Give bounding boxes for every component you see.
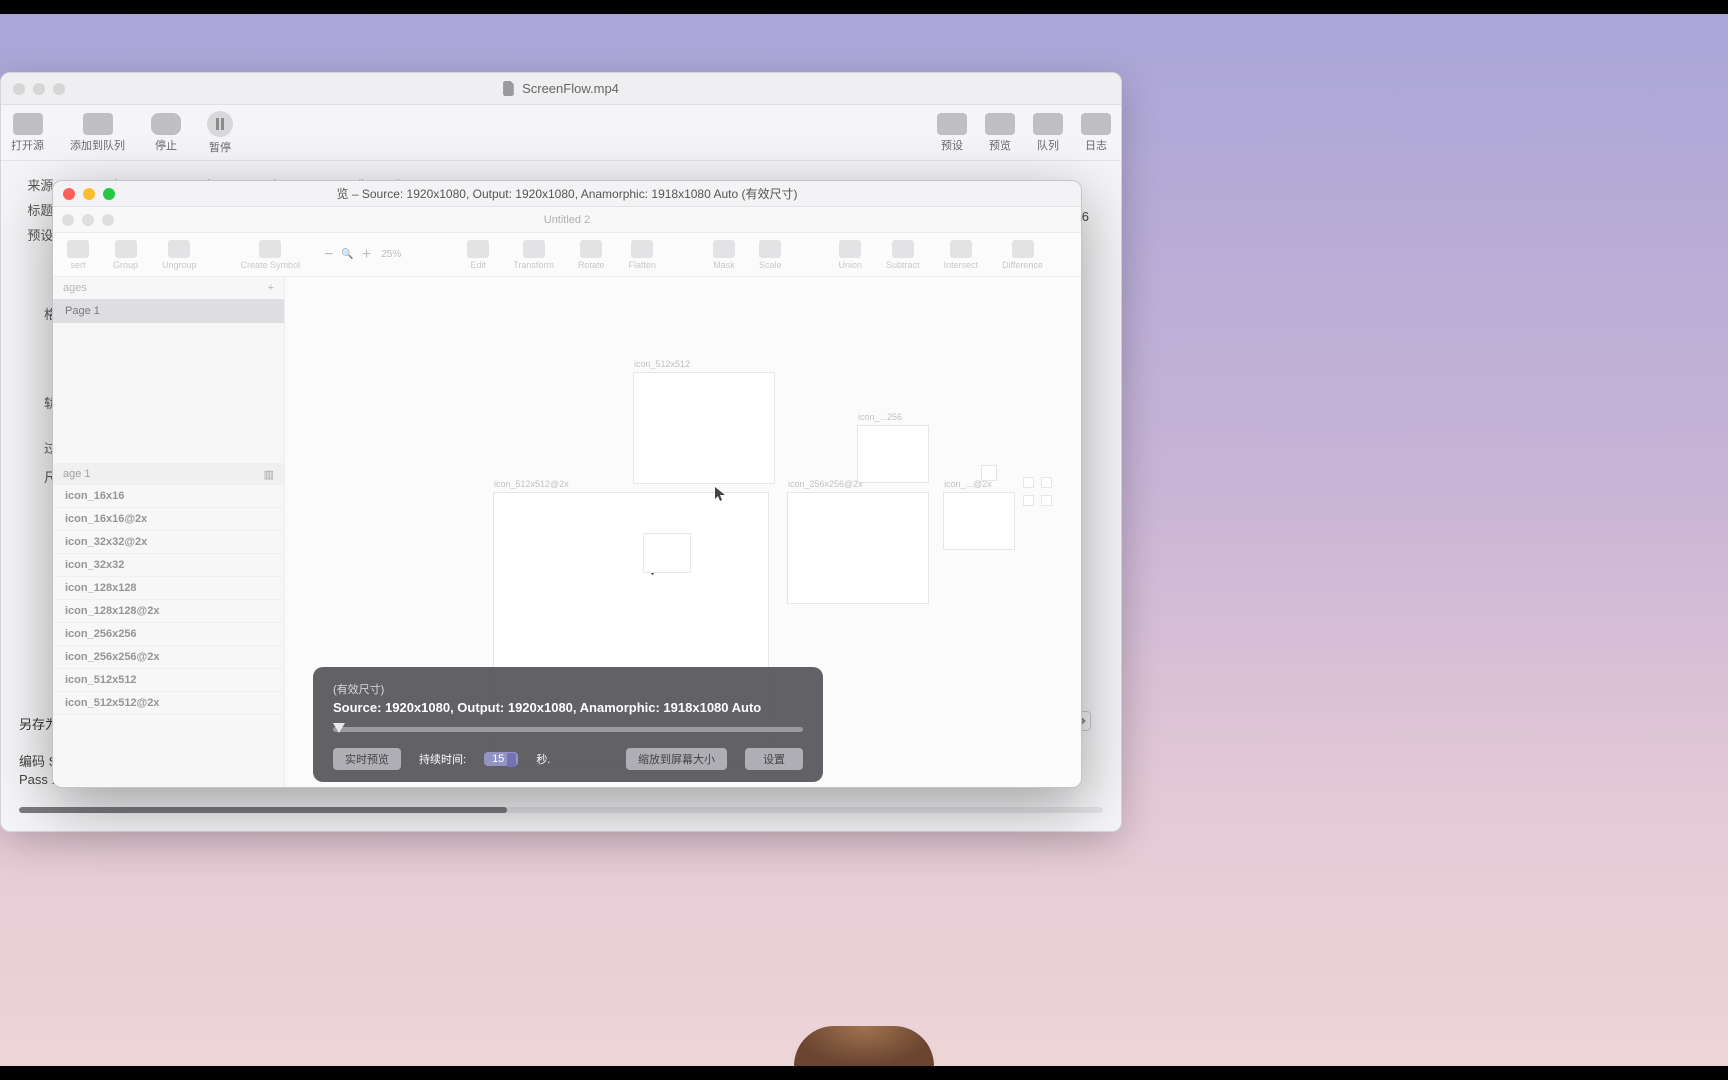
layer-group-label: age 1 <box>63 468 91 480</box>
layer-item: icon_32x32 <box>53 554 284 577</box>
sketch-sidebar: ages + Page 1 age 1 ▥ icon_16x16 icon_16x1… <box>53 277 285 787</box>
zoom-level: 25% <box>381 249 401 260</box>
ungroup-button: Ungroup <box>162 240 197 270</box>
duration-stepper[interactable]: 15 <box>484 752 518 766</box>
subtract-button: Subtract <box>886 240 920 270</box>
layer-item: icon_256x256 <box>53 623 284 646</box>
difference-button: Difference <box>1002 240 1043 270</box>
add-page-icon: + <box>268 282 274 294</box>
queue-button[interactable]: 队列 <box>1033 113 1063 153</box>
traffic-lights[interactable] <box>13 83 65 95</box>
window-title: ScreenFlow.mp4 <box>522 81 619 96</box>
duration-label: 持续时间: <box>419 751 466 767</box>
hud-title: Source: 1920x1080, Output: 1920x1080, An… <box>333 700 803 715</box>
layer-item: icon_32x32@2x <box>53 531 284 554</box>
document-icon <box>503 81 516 96</box>
artboard-tiny-2 <box>1023 477 1034 488</box>
add-image-icon <box>83 113 113 135</box>
union-button: Union <box>839 240 863 270</box>
artboard-tiny-5 <box>1041 495 1052 506</box>
edit-button: Edit <box>467 240 489 270</box>
clapboard-icon <box>13 113 43 135</box>
layer-item: icon_512x512 <box>53 669 284 692</box>
zoom-control: −🔍+ <box>324 246 371 264</box>
cursor-icon <box>715 487 725 501</box>
preview-titlebar[interactable]: 览 – Source: 1920x1080, Output: 1920x1080… <box>53 181 1081 207</box>
preview-title: 览 – Source: 1920x1080, Output: 1920x1080… <box>337 185 798 202</box>
realtime-preview-button[interactable]: 实时预览 <box>333 748 401 770</box>
mask-button: Mask <box>713 240 735 270</box>
artboard-tiny-1 <box>981 465 997 481</box>
traffic-lights <box>62 214 114 226</box>
sketch-toolbar: sert Group Ungroup Create Symbol −🔍+ 25%… <box>53 233 1081 277</box>
artboard-256-2x: icon_256x256@2x <box>787 492 929 604</box>
open-source-button[interactable]: 打开源 <box>11 113 44 153</box>
layer-list: icon_16x16 icon_16x16@2x icon_32x32@2x i… <box>53 485 284 787</box>
encode-progress <box>19 807 1103 813</box>
handbrake-toolbar: 打开源 添加到队列 停止 暂停 预设 预览 队列 日志 <box>1 105 1121 161</box>
queue-icon <box>1033 113 1063 135</box>
presets-button[interactable]: 预设 <box>937 113 967 153</box>
artboard-256: icon_...256 <box>857 425 929 483</box>
layer-item: icon_128x128 <box>53 577 284 600</box>
layer-item: icon_16x16 <box>53 485 284 508</box>
rotate-button: Rotate <box>578 240 605 270</box>
transform-button: Transform <box>513 240 554 270</box>
letterbox-bottom <box>0 1066 1728 1080</box>
page-item: Page 1 <box>53 299 284 323</box>
encode-progress-fill <box>19 807 507 813</box>
preview-window: 览 – Source: 1920x1080, Output: 1920x1080… <box>52 180 1082 788</box>
scale-button: Scale <box>759 240 782 270</box>
desktop-wallpaper-rock <box>794 1026 934 1066</box>
handbrake-titlebar[interactable]: ScreenFlow.mp4 <box>1 73 1121 105</box>
preview-button[interactable]: 预览 <box>985 113 1015 153</box>
hud-subtitle: (有效尺寸) <box>333 681 803 697</box>
group-button: Group <box>113 240 138 270</box>
artboard-512: icon_512x512 <box>633 372 775 484</box>
logs-icon <box>1081 113 1111 135</box>
layer-item: icon_512x512@2x <box>53 692 284 715</box>
flatten-button: Flatten <box>628 240 656 270</box>
artboard-tiny-3 <box>1041 477 1052 488</box>
intersect-button: Intersect <box>944 240 979 270</box>
preview-scrubber[interactable] <box>333 727 803 732</box>
pause-button[interactable]: 暂停 <box>207 111 233 155</box>
sketch-doc-title: Untitled 2 <box>544 214 590 226</box>
layer-filter-icon: ▥ <box>264 468 274 481</box>
add-to-queue-button[interactable]: 添加到队列 <box>70 113 125 153</box>
traffic-lights[interactable] <box>63 188 115 200</box>
layer-item: icon_16x16@2x <box>53 508 284 531</box>
fit-to-screen-button[interactable]: 缩放到屏幕大小 <box>626 748 727 770</box>
stop-icon <box>151 113 181 135</box>
pages-label: ages <box>63 282 87 294</box>
artboard-small: icon_...@2x <box>943 492 1015 550</box>
seconds-label: 秒. <box>536 751 550 767</box>
selection-rect <box>643 533 691 573</box>
preview-hud[interactable]: (有效尺寸) Source: 1920x1080, Output: 1920x1… <box>313 667 823 782</box>
letterbox-top <box>0 0 1728 14</box>
pause-icon <box>207 111 233 137</box>
logs-button[interactable]: 日志 <box>1081 113 1111 153</box>
scrubber-thumb[interactable] <box>333 723 345 733</box>
stop-button[interactable]: 停止 <box>151 113 181 153</box>
presets-icon <box>937 113 967 135</box>
sketch-titlebar: Untitled 2 <box>53 207 1081 233</box>
layer-item: icon_128x128@2x <box>53 600 284 623</box>
artboard-tiny-4 <box>1023 495 1034 506</box>
insert-button: sert <box>67 240 89 270</box>
preview-icon <box>985 113 1015 135</box>
create-symbol-button: Create Symbol <box>241 240 301 270</box>
preview-content: Untitled 2 sert Group Ungroup Create Sym… <box>53 207 1081 787</box>
layer-item: icon_256x256@2x <box>53 646 284 669</box>
settings-button[interactable]: 设置 <box>745 748 803 770</box>
